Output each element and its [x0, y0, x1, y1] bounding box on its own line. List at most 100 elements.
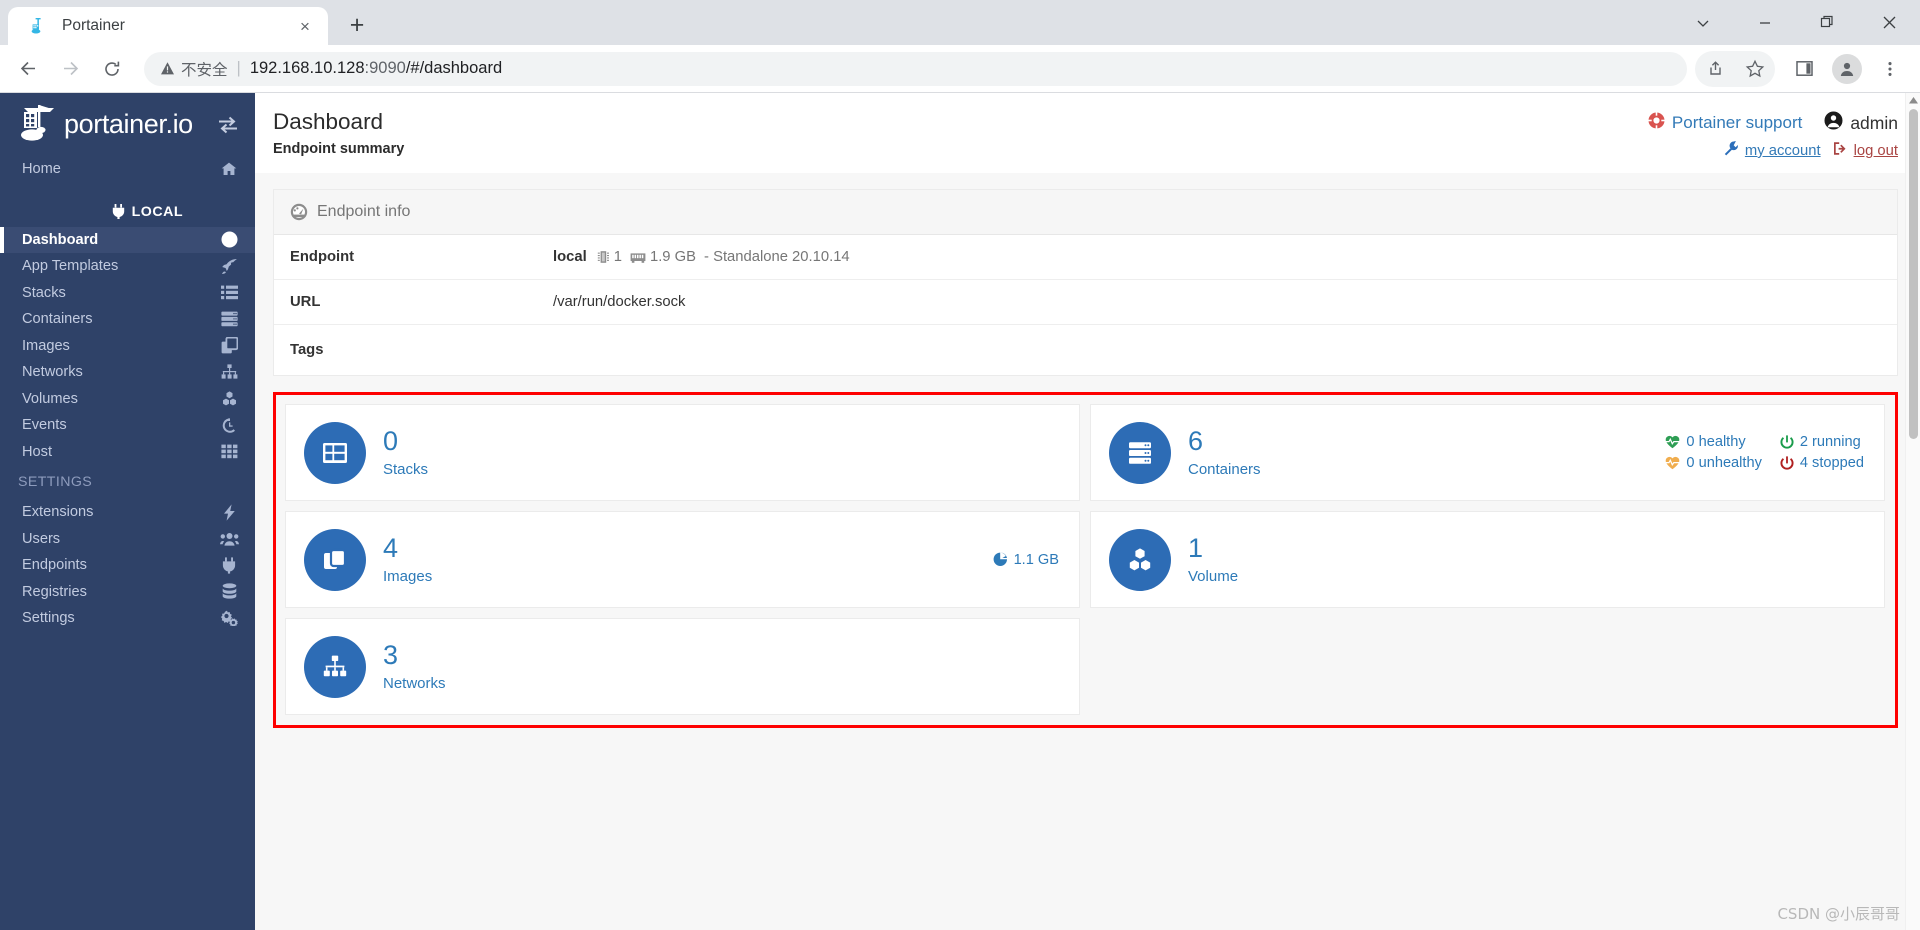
my-account-link[interactable]: my account — [1745, 143, 1821, 159]
sidebar-item-dashboard[interactable]: Dashboard — [0, 226, 255, 253]
sidebar-item-label: Networks — [22, 364, 83, 381]
sidebar-item-images[interactable]: Images — [0, 333, 255, 360]
chevron-down-icon[interactable] — [1672, 0, 1734, 45]
containers-card[interactable]: 6 Containers 0 healthy 2 running 0 unhea… — [1090, 404, 1885, 501]
images-count: 4 — [383, 532, 399, 563]
database-icon — [219, 583, 239, 600]
new-tab-button[interactable]: + — [340, 8, 374, 42]
endpoint-row-value: local 1 1.9 GB - Standalone 20.10.14 — [553, 249, 850, 265]
profile-avatar-icon[interactable] — [1832, 53, 1862, 84]
home-icon — [219, 161, 239, 177]
bookmark-star-icon[interactable] — [1736, 51, 1774, 87]
endpoint-memory: 1.9 GB — [630, 249, 696, 265]
containers-card-body: 6 Containers — [1188, 426, 1665, 478]
containers-unhealthy-label: 0 unhealthy — [1686, 455, 1762, 471]
endpoint-info-header: Endpoint info — [274, 190, 1897, 235]
memory-icon — [630, 251, 646, 264]
sidebar-item-stacks[interactable]: Stacks — [0, 280, 255, 307]
dashboard-cards-highlight: 0 Stacks 6 Containers 0 healthy 2 runnin… — [273, 392, 1898, 728]
sidebar-item-label: Host — [22, 443, 53, 460]
chrome-menu-icon[interactable] — [1871, 51, 1909, 87]
page-scrollbar[interactable] — [1905, 93, 1920, 930]
power-red-icon — [1780, 455, 1794, 471]
sidepanel-icon[interactable] — [1785, 51, 1823, 87]
scrollbar-thumb[interactable] — [1909, 109, 1918, 439]
brand-text: portainer.io — [64, 109, 193, 139]
sidebar: portainer.io Home LOCAL Dashboard App Te… — [0, 93, 255, 930]
omnibox-url-port: :9090 — [364, 59, 406, 77]
collapse-sidebar-icon[interactable] — [213, 110, 243, 140]
sidebar-item-label: Endpoints — [22, 557, 87, 574]
toolbar-right — [1695, 50, 1910, 87]
sidebar-item-host[interactable]: Host — [0, 439, 255, 466]
sidebar-item-home[interactable]: Home — [0, 156, 255, 183]
networks-card[interactable]: 3 Networks — [285, 618, 1080, 715]
sidebar-item-settings[interactable]: Settings — [0, 605, 255, 632]
stacks-card[interactable]: 0 Stacks — [285, 404, 1080, 501]
close-window-icon[interactable] — [1858, 0, 1920, 45]
volumes-card[interactable]: 1 Volume — [1090, 511, 1885, 608]
plug-icon — [219, 557, 239, 574]
portainer-support-link[interactable]: Portainer support — [1672, 113, 1802, 133]
browser-tab[interactable]: Portainer × — [8, 7, 328, 45]
sidebar-item-app-templates[interactable]: App Templates — [0, 253, 255, 280]
sidebar-item-registries[interactable]: Registries — [0, 579, 255, 606]
users-icon — [219, 531, 239, 546]
watermark: CSDN @小辰哥哥 — [1777, 905, 1900, 923]
sidebar-item-events[interactable]: Events — [0, 412, 255, 439]
cubes-icon — [219, 391, 239, 407]
images-size-label: 1.1 GB — [1013, 551, 1059, 568]
containers-running: 2 running — [1780, 434, 1864, 450]
networks-label: Networks — [383, 675, 446, 693]
maximize-icon[interactable] — [1796, 0, 1858, 45]
url-row-key: URL — [290, 294, 321, 310]
logout-link[interactable]: log out — [1854, 143, 1898, 159]
brand-logo[interactable]: portainer.io — [18, 99, 213, 150]
forward-icon[interactable] — [52, 51, 88, 87]
sidebar-item-containers[interactable]: Containers — [0, 306, 255, 333]
sidebar-item-label: Registries — [22, 583, 87, 600]
user-circle-icon — [1824, 111, 1843, 135]
images-card[interactable]: 4 Images 1.1 GB — [285, 511, 1080, 608]
sidebar-item-networks[interactable]: Networks — [0, 359, 255, 386]
sidebar-item-extensions[interactable]: Extensions — [0, 499, 255, 526]
grid-th-icon — [219, 444, 239, 459]
minimize-icon[interactable] — [1734, 0, 1796, 45]
browser-window: Portainer × + 不安全 | 192.168.10.128:9090/… — [0, 0, 1920, 930]
images-size: 1.1 GB — [993, 552, 1059, 568]
admin-username: admin — [1850, 112, 1898, 133]
sidebar-item-label: Extensions — [22, 504, 94, 521]
page-viewport: portainer.io Home LOCAL Dashboard App Te… — [0, 93, 1920, 930]
scroll-up-icon[interactable] — [1906, 93, 1920, 108]
dashboard-gauge-icon — [219, 231, 239, 248]
omnibox-url: 192.168.10.128:9090/#/dashboard — [250, 59, 502, 78]
containers-server-icon — [1109, 421, 1171, 484]
back-icon[interactable] — [10, 51, 46, 87]
sidebar-item-users[interactable]: Users — [0, 526, 255, 553]
reload-icon[interactable] — [94, 51, 130, 87]
endpoint-name: local — [553, 249, 587, 265]
sidebar-item-label: Containers — [22, 311, 93, 328]
tab-strip: Portainer × + — [0, 0, 1920, 45]
header-top-row: Portainer support admin — [1648, 111, 1898, 135]
not-secure-warning-icon[interactable] — [160, 61, 175, 76]
share-icon[interactable] — [1696, 51, 1734, 87]
main-content: Dashboard Endpoint summary Portainer sup… — [255, 93, 1920, 930]
lifebuoy-icon — [1648, 112, 1665, 134]
page-header-right: Portainer support admin my account log o… — [1648, 109, 1898, 161]
close-icon[interactable]: × — [294, 15, 316, 37]
endpoint-memory-value: 1.9 GB — [649, 249, 697, 265]
sitemap-icon — [219, 364, 239, 380]
endpoint-row: Endpoint local 1 1.9 GB - Standalone 20.… — [274, 235, 1897, 280]
sidebar-item-volumes[interactable]: Volumes — [0, 386, 255, 413]
page-title: Dashboard — [273, 109, 384, 134]
stacks-label: Stacks — [383, 461, 429, 479]
clone-layers-icon — [219, 337, 239, 354]
rocket-icon — [219, 258, 239, 275]
sidebar-item-endpoints[interactable]: Endpoints — [0, 552, 255, 579]
omnibox-url-path: /#/dashboard — [405, 59, 503, 77]
heartbeat-orange-icon — [1665, 456, 1680, 470]
url-row: URL /var/run/docker.sock — [274, 280, 1897, 325]
containers-stopped: 4 stopped — [1780, 455, 1864, 471]
address-bar[interactable]: 不安全 | 192.168.10.128:9090/#/dashboard — [144, 51, 1687, 86]
